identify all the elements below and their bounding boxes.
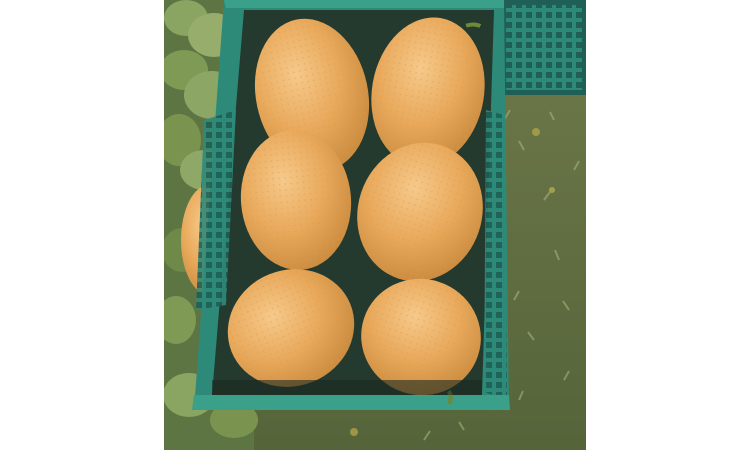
page	[0, 0, 750, 450]
melon-crate-photo	[164, 0, 586, 450]
crate-shadow	[212, 380, 482, 395]
photo-scene	[164, 0, 586, 450]
back-crate	[502, 0, 586, 95]
